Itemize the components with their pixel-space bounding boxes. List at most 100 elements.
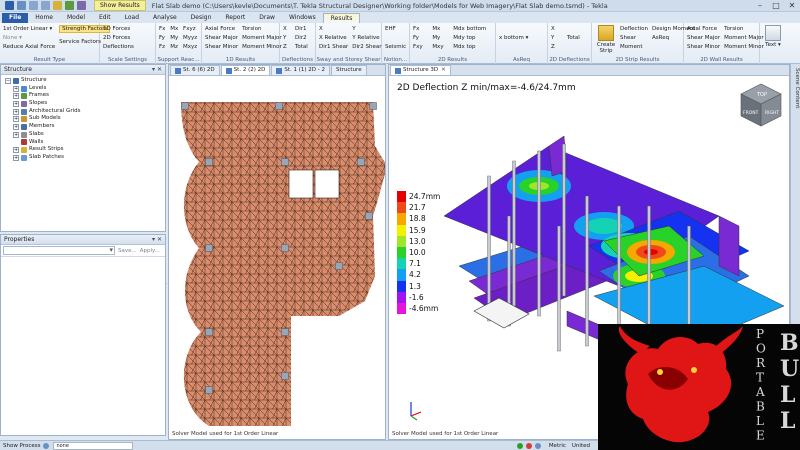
column-marker[interactable] xyxy=(365,212,373,220)
create-strip-button[interactable]: Create Strip xyxy=(595,25,617,54)
column-marker[interactable] xyxy=(275,102,283,110)
tree-expander-icon[interactable]: + xyxy=(13,100,19,107)
wall-moment-minor[interactable]: Moment Minor xyxy=(724,43,764,52)
combination-select[interactable]: None ▾ xyxy=(3,34,55,43)
dir2-shear[interactable]: Dir2 Shear xyxy=(352,43,381,52)
tree-expander-icon[interactable]: − xyxy=(5,77,11,84)
column-marker[interactable] xyxy=(357,158,365,166)
column-marker[interactable] xyxy=(369,102,377,110)
doc-tab-st2[interactable]: St. 2 (2) 2D xyxy=(220,65,271,75)
deflection-2d-y[interactable]: Y xyxy=(551,34,563,43)
tree-item[interactable]: + Slopes xyxy=(5,100,165,108)
sway-y-relative[interactable]: Y Relative xyxy=(352,34,381,43)
tab-results[interactable]: Results xyxy=(322,13,361,23)
tab-home[interactable]: Home xyxy=(28,13,60,23)
shear-minor-button[interactable]: Shear Minor xyxy=(205,43,238,52)
deflection-dir1[interactable]: Dir1 xyxy=(295,25,312,34)
code-label[interactable]: United xyxy=(572,443,590,449)
doc-tab-structure[interactable]: Structure xyxy=(331,65,367,75)
undo-icon[interactable] xyxy=(29,1,38,10)
wall-axial-force[interactable]: Axial Force xyxy=(687,25,720,34)
scale-deflections[interactable]: Deflections xyxy=(103,43,152,52)
show-process-button[interactable]: Show Process xyxy=(3,443,40,449)
column-marker[interactable] xyxy=(205,328,213,336)
result-fxy[interactable]: Fxy xyxy=(413,43,428,52)
properties-select[interactable] xyxy=(3,246,115,255)
wall-moment-major[interactable]: Moment Major xyxy=(724,34,764,43)
view-cube[interactable]: TOP FRONT RIGHT xyxy=(740,83,782,127)
tree-item[interactable]: + Members xyxy=(5,123,165,131)
tree-item[interactable]: Walls xyxy=(5,139,165,147)
wall-shear-major[interactable]: Shear Major xyxy=(687,34,720,43)
deflection-x[interactable]: X xyxy=(283,25,291,34)
torsion-button[interactable]: Torsion xyxy=(242,25,282,34)
sway-x-relative[interactable]: X Relative xyxy=(319,34,348,43)
tree-item[interactable]: + Slabs xyxy=(5,131,165,139)
column-marker[interactable] xyxy=(205,386,213,394)
deflection-dir2[interactable]: Dir2 xyxy=(295,34,312,43)
column-marker[interactable] xyxy=(335,262,343,270)
tab-load[interactable]: Load xyxy=(118,13,146,23)
deflection-2d-total[interactable]: Total xyxy=(567,34,588,43)
close-button[interactable]: ✕ xyxy=(784,0,800,11)
tab-model[interactable]: Model xyxy=(60,13,92,23)
shear-major-button[interactable]: Shear Major xyxy=(205,34,238,43)
seismic-button[interactable]: Seismic xyxy=(385,43,406,52)
tree-expander-icon[interactable]: + xyxy=(13,131,19,138)
strip-deflection[interactable]: Deflection xyxy=(620,25,648,34)
scale-2d-forces[interactable]: 2D Forces xyxy=(103,34,152,43)
reaction-mz[interactable]: Mz xyxy=(170,43,179,52)
tree-item[interactable]: + Frames xyxy=(5,92,165,100)
reaction-fz[interactable]: Fz xyxy=(159,43,166,52)
reaction-myyz[interactable]: Myyz xyxy=(183,34,198,43)
reaction-mxyz[interactable]: Mxyz xyxy=(183,43,198,52)
result-fx[interactable]: Fx xyxy=(413,25,428,34)
column-marker[interactable] xyxy=(205,244,213,252)
redo-icon[interactable] xyxy=(41,1,50,10)
command-input[interactable]: none xyxy=(53,441,134,450)
deflection-total[interactable]: Total xyxy=(295,43,312,52)
asreq-select[interactable]: x bottom ▾ xyxy=(499,34,544,43)
tree-item[interactable]: + Architectural Grids xyxy=(5,108,165,116)
result-mxy[interactable]: Mxy xyxy=(432,43,449,52)
panel-header-buttons[interactable]: ▾ ✕ xyxy=(152,65,162,75)
result-fy[interactable]: Fy xyxy=(413,34,428,43)
tree-item[interactable]: + Levels xyxy=(5,85,165,93)
tab-report[interactable]: Report xyxy=(218,13,252,23)
reaction-fx[interactable]: Fx xyxy=(159,25,166,34)
maximize-button[interactable]: □ xyxy=(768,0,784,11)
result-mdx-top[interactable]: Mdx top xyxy=(453,43,492,52)
dir1-shear[interactable]: Dir1 Shear xyxy=(319,43,348,52)
app-icon[interactable] xyxy=(5,1,14,10)
tab-analyse[interactable]: Analyse xyxy=(146,13,184,23)
close-tab-icon[interactable]: ✕ xyxy=(441,66,446,75)
tab-file[interactable]: File xyxy=(2,13,29,23)
refresh-icon[interactable] xyxy=(65,1,74,10)
sway-y[interactable]: Y xyxy=(352,25,381,34)
result-mx[interactable]: Mx xyxy=(432,25,449,34)
reaction-mx[interactable]: Mx xyxy=(170,25,179,34)
wall-torsion[interactable]: Torsion xyxy=(724,25,764,34)
ehf-button[interactable]: EHF xyxy=(385,25,406,34)
column-marker[interactable] xyxy=(281,328,289,336)
column-marker[interactable] xyxy=(181,102,189,110)
moment-minor-button[interactable]: Moment Minor xyxy=(242,43,282,52)
units-label[interactable]: Metric xyxy=(549,443,566,449)
result-my[interactable]: My xyxy=(432,34,449,43)
reaction-fy[interactable]: Fy xyxy=(159,34,166,43)
reaction-my[interactable]: My xyxy=(170,34,179,43)
reduce-axial-force-button[interactable]: Reduce Axial Force xyxy=(3,43,55,52)
tree-expander-icon[interactable]: + xyxy=(13,108,19,115)
deflection-2d-x[interactable]: X xyxy=(551,25,563,34)
tree-item[interactable]: − Structure xyxy=(5,77,165,85)
tree-expander-icon[interactable]: + xyxy=(13,154,19,161)
tab-draw[interactable]: Draw xyxy=(252,13,282,23)
tree-item[interactable]: + Sub Models xyxy=(5,115,165,123)
tree-item[interactable]: + Slab Patches xyxy=(5,154,165,162)
deflection-y[interactable]: Y xyxy=(283,34,291,43)
sway-x[interactable]: X xyxy=(319,25,348,34)
doc-tab-st6[interactable]: St. 6 (6) 2D xyxy=(170,65,220,75)
strip-moment[interactable]: Moment xyxy=(620,43,648,52)
tab-edit[interactable]: Edit xyxy=(92,13,118,23)
analysis-type-select[interactable]: 1st Order Linear ▾ xyxy=(3,25,55,34)
